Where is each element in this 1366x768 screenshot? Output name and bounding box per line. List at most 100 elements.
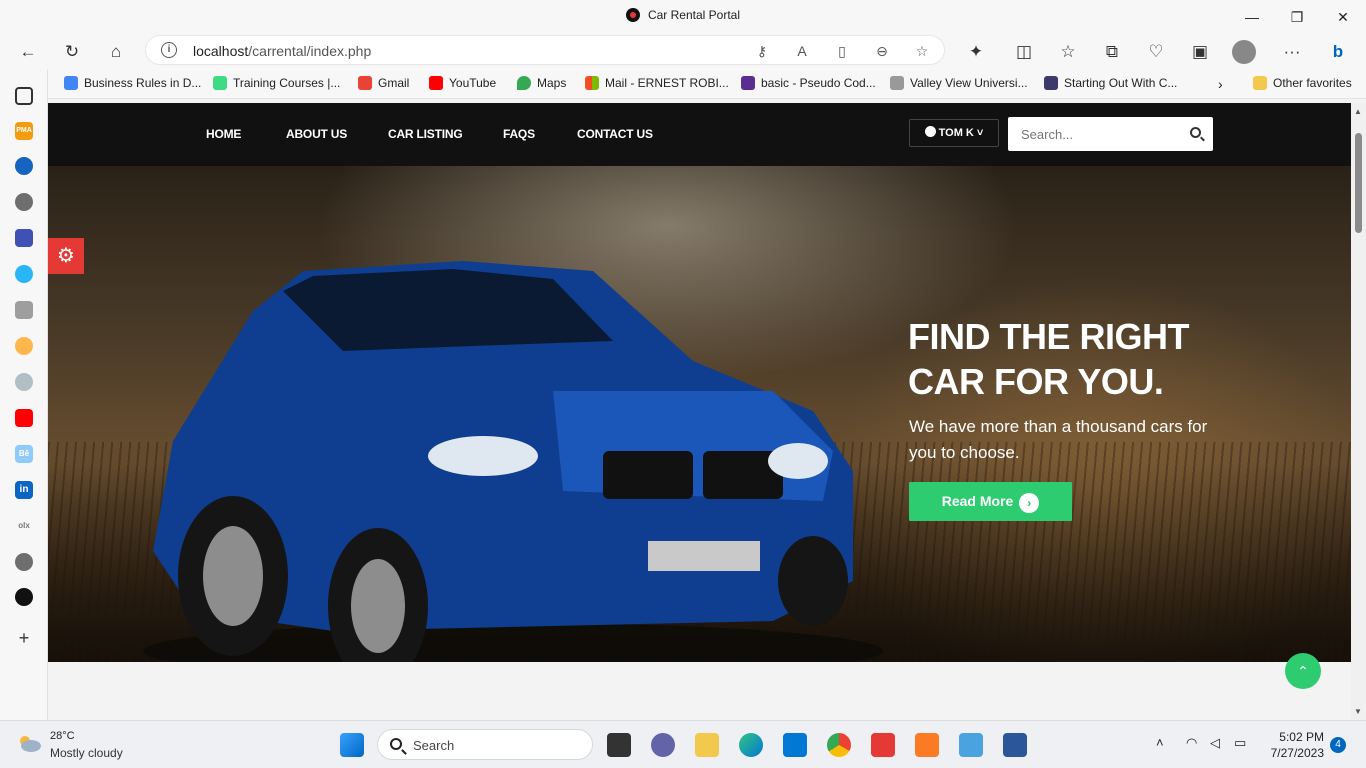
bookmark-item[interactable]: Maps [517,76,566,90]
nav-car-listing[interactable]: CAR LISTING [388,127,463,141]
nav-faqs[interactable]: FAQS [503,127,535,141]
behance-icon[interactable]: Bē [15,445,33,463]
user-menu-button[interactable]: TOM K ˅ [909,119,999,147]
collections-icon[interactable]: ⧉ [1098,38,1126,66]
edge-icon[interactable] [15,265,33,283]
nav-about-us[interactable]: ABOUT US [286,127,347,141]
refresh-icon[interactable]: ↻ [58,38,86,66]
math-solver-icon[interactable]: ▣ [1186,38,1214,66]
youtube-icon[interactable] [15,409,33,427]
teams-chat-icon[interactable] [651,733,675,757]
bookmarks-overflow-chevron-icon[interactable]: › [1218,76,1223,92]
zoom-out-icon[interactable]: ⊖ [871,40,893,62]
phpmyadmin-icon[interactable]: PMA [15,122,33,140]
taskbar-clock[interactable]: 5:02 PM 7/27/2023 [1268,729,1324,761]
chatgpt-icon[interactable] [15,373,33,391]
tab-actions-icon[interactable] [15,87,33,105]
read-more-button[interactable]: Read More › [909,482,1072,521]
bookmark-favicon-icon [64,76,78,90]
close-button[interactable]: ✕ [1320,4,1366,30]
taskbar-search[interactable]: Search [377,729,593,760]
nav-home[interactable]: HOME [206,127,241,141]
bookmark-item[interactable]: Business Rules in D... [64,76,201,90]
bookmark-item[interactable]: Training Courses |... [213,76,340,90]
edge-icon[interactable] [739,733,763,757]
android-icon [213,76,227,90]
windows-start-icon[interactable] [340,733,364,757]
profile-avatar[interactable] [1232,40,1256,64]
window-title-text: Car Rental Portal [647,8,741,22]
battery-icon[interactable]: ▭ [1234,735,1246,751]
read-aloud-icon[interactable]: A [791,40,813,62]
browser-essentials-icon[interactable]: ♡ [1142,38,1170,66]
split-screen-icon[interactable]: ◫ [1010,38,1038,66]
xampp-icon[interactable] [915,733,939,757]
url-text[interactable]: localhost/carrental/index.php [193,43,371,59]
gmail-icon [358,76,372,90]
bing-copilot-icon[interactable]: b [1324,38,1352,66]
github-icon[interactable] [15,553,33,571]
bookmark-item[interactable]: Valley View Universi... [890,76,1028,90]
youtube-icon [429,76,443,90]
bookmark-item[interactable]: Gmail [358,76,409,90]
blue-suv-image [143,261,883,662]
bookmark-item[interactable]: Starting Out With C... [1044,76,1177,90]
add-sidebar-app-icon[interactable]: + [15,629,33,647]
wps-office-icon[interactable] [871,733,895,757]
bookmark-favicon-icon [890,76,904,90]
notification-badge[interactable]: 4 [1330,737,1346,753]
chrome-icon[interactable] [827,733,851,757]
github-icon[interactable] [15,193,33,211]
search-input[interactable] [1008,117,1178,151]
window-title: Car Rental Portal [0,8,1366,22]
minimize-button[interactable]: — [1229,4,1275,30]
key-icon[interactable]: ⚷ [751,40,773,62]
olx-icon[interactable]: olx [15,517,33,535]
other-favorites[interactable]: Other favorites [1253,76,1352,90]
chevron-right-icon: › [1019,493,1040,513]
weather-condition: Mostly cloudy [50,746,123,760]
task-view-icon[interactable] [607,733,631,757]
search-icon[interactable] [1190,127,1201,138]
favorites-icon[interactable]: ☆ [1054,38,1082,66]
file-explorer-icon[interactable] [695,733,719,757]
bookmark-item[interactable]: YouTube [429,76,496,90]
url-host: localhost [193,43,249,59]
favorite-star-icon[interactable]: ☆ [911,40,933,62]
edge-app-icon[interactable] [15,157,33,175]
bookmark-label: Training Courses |... [233,76,341,90]
more-menu-icon[interactable]: ··· [1278,38,1306,66]
page-scrollbar[interactable]: ▲ ▼ [1351,103,1366,720]
maximize-button[interactable]: ❐ [1274,4,1320,30]
bookmark-item[interactable]: Mail - ERNEST ROBI... [585,76,729,90]
scroll-down-icon[interactable]: ▼ [1354,707,1362,716]
back-arrow-icon[interactable]: ← [14,38,42,66]
show-hidden-icons-chevron-icon[interactable]: ˄ [1156,735,1164,750]
clock-time: 5:02 PM [1279,730,1324,744]
messenger-icon[interactable] [15,229,33,247]
scroll-up-icon[interactable]: ▲ [1354,107,1362,116]
app-icon[interactable] [15,301,33,319]
nav-contact-us[interactable]: CONTACT US [577,127,653,141]
scrollbar-thumb[interactable] [1355,133,1362,233]
bookmark-item[interactable]: basic - Pseudo Cod... [741,76,876,90]
window-titlebar: Car Rental Portal — ❐ ✕ [0,0,1366,33]
car-rental-portal-icon[interactable] [15,588,33,606]
notepad-icon[interactable] [959,733,983,757]
volume-icon[interactable]: ◁ [1210,735,1220,751]
search-icon [390,738,402,750]
extensions-icon[interactable]: ✦ [962,38,990,66]
address-bar[interactable]: i localhost/carrental/index.php ⚷ A ▯ ⊖ … [145,35,945,65]
reader-view-icon[interactable]: ▯ [831,40,853,62]
bookmarks-bar: Business Rules in D... Training Courses … [48,69,1366,99]
app-icon[interactable] [15,337,33,355]
word-icon[interactable] [1003,733,1027,757]
back-to-top-button[interactable]: ⌃ [1285,653,1321,689]
settings-gear-icon[interactable]: ⚙ [48,238,84,274]
linkedin-icon[interactable]: in [15,481,33,499]
microsoft-store-icon[interactable] [783,733,807,757]
site-info-icon[interactable]: i [161,42,177,58]
wifi-icon[interactable]: ◠ [1186,735,1197,751]
bookmark-favicon-icon [741,76,755,90]
home-icon[interactable]: ⌂ [102,38,130,66]
